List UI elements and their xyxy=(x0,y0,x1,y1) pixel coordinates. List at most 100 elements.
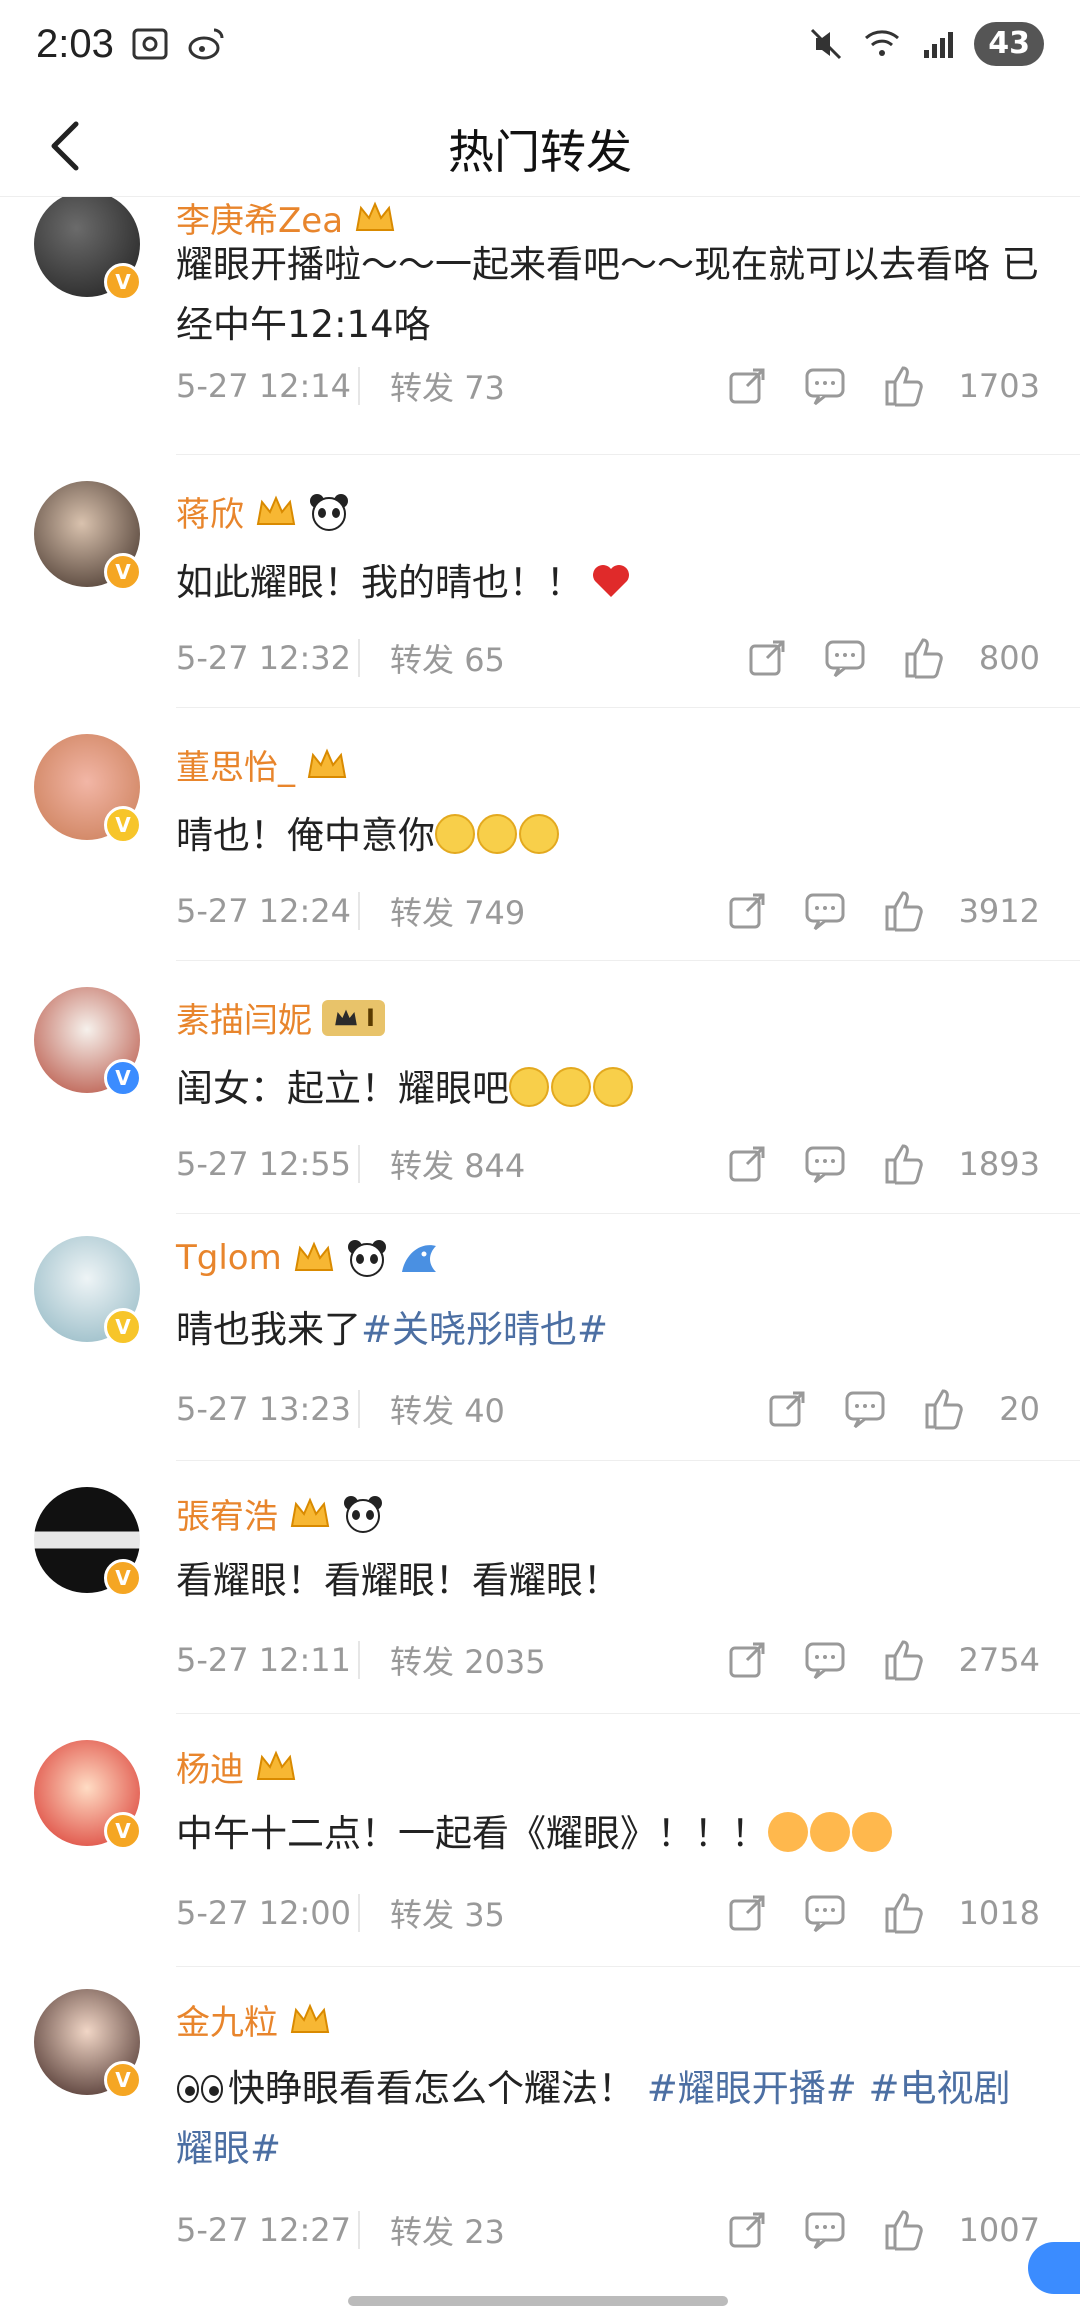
home-indicator[interactable] xyxy=(348,2296,728,2306)
share-icon[interactable] xyxy=(725,2208,769,2252)
repost-count: 844 xyxy=(464,1147,526,1185)
like-count: 1703 xyxy=(958,367,1040,405)
repost-count: 40 xyxy=(464,1392,505,1430)
user-name[interactable]: 金九粒 xyxy=(176,1995,278,2044)
like-icon[interactable] xyxy=(881,1142,925,1186)
post-date: 5-27 12:27 xyxy=(176,2211,360,2249)
verified-badge-icon: V xyxy=(104,553,142,591)
post-content: 中午十二点！一起看《耀眼》！！！ xyxy=(176,1804,1040,1864)
repost-count: 35 xyxy=(464,1896,505,1934)
mute-icon xyxy=(811,28,842,60)
like-count: 1893 xyxy=(958,1145,1040,1183)
comment-icon[interactable] xyxy=(803,1891,847,1935)
post-date: 5-27 13:23 xyxy=(176,1390,360,1428)
crown-icon xyxy=(294,1241,333,1271)
comment-icon[interactable] xyxy=(803,1638,847,1682)
post-content: 耀眼开播啦～～一起来看吧～～现在就可以去看咯 已经中午12:14咯 xyxy=(176,243,1039,346)
signal-icon xyxy=(924,32,954,58)
like-count: 800 xyxy=(978,639,1040,677)
crown-icon xyxy=(355,200,395,231)
crown-icon xyxy=(290,2002,330,2033)
post-content: 晴也！俺中意你 xyxy=(176,806,1040,866)
list-item: V 素描闫妮 I 闺女：起立！耀眼吧 5-27 12:55 转发 844 189… xyxy=(0,961,1080,1213)
user-name[interactable]: 張宥浩 xyxy=(176,1489,278,1538)
screenshot-icon xyxy=(132,28,168,60)
panda-icon xyxy=(347,1240,386,1277)
repost-count: 749 xyxy=(464,894,526,932)
member-level-badge: I xyxy=(322,999,385,1036)
dog-emoji-icon xyxy=(477,814,517,854)
eyes-emoji-icon xyxy=(177,2075,223,2103)
comment-icon[interactable] xyxy=(823,636,867,680)
hashtag-link[interactable]: #耀眼开播# xyxy=(647,2067,857,2110)
user-name[interactable]: 蒋欣 xyxy=(176,487,244,536)
repost-label: 转发 xyxy=(390,1896,455,1934)
user-name[interactable]: 董思怡_ xyxy=(176,740,295,789)
user-name[interactable]: 杨迪 xyxy=(176,1742,244,1791)
comment-icon[interactable] xyxy=(803,889,847,933)
like-icon[interactable] xyxy=(881,364,925,408)
like-icon[interactable] xyxy=(881,889,925,933)
status-bar: 2:03 43 xyxy=(0,0,1080,96)
verified-badge-icon: V xyxy=(104,1812,142,1850)
flower-emoji-icon xyxy=(551,1067,591,1107)
share-icon[interactable] xyxy=(725,1638,769,1682)
repost-label: 转发 xyxy=(390,1643,455,1681)
verified-badge-icon: V xyxy=(104,2061,142,2099)
share-icon[interactable] xyxy=(745,636,789,680)
like-icon[interactable] xyxy=(881,2208,925,2252)
comment-icon[interactable] xyxy=(843,1387,887,1431)
list-item: V 杨迪 中午十二点！一起看《耀眼》！！！ 5-27 12:00 转发 35 1… xyxy=(0,1714,1080,1966)
list-item: V 金九粒 快睁眼看看怎么个耀法！ #耀眼开播# #电视剧耀眼# 5-27 12… xyxy=(0,1967,1080,2277)
crown-icon xyxy=(335,1009,357,1025)
share-icon[interactable] xyxy=(725,889,769,933)
user-name[interactable]: Tglom xyxy=(176,1238,282,1278)
like-count: 20 xyxy=(999,1390,1040,1428)
repost-feed: V 李庚希Zea 耀眼开播啦～～一起来看吧～～现在就可以去看咯 已经中午12:1… xyxy=(0,197,1080,2277)
post-content: 晴也我来了#关晓彤晴也# xyxy=(176,1308,609,1351)
verified-badge-icon: V xyxy=(104,1308,142,1346)
post-content: 闺女：起立！耀眼吧 xyxy=(176,1059,1040,1119)
panda-icon xyxy=(310,493,348,531)
share-icon[interactable] xyxy=(725,364,769,408)
crown-icon xyxy=(256,1749,296,1780)
user-name[interactable]: 素描闫妮 xyxy=(176,993,312,1042)
crown-icon xyxy=(307,747,347,778)
repost-label: 转发 xyxy=(390,2213,455,2251)
nav-bar: 热门转发 xyxy=(0,96,1080,197)
battery-indicator: 43 xyxy=(974,22,1044,66)
flower-emoji-icon xyxy=(509,1067,549,1107)
like-count: 1018 xyxy=(958,1894,1040,1932)
status-time: 2:03 xyxy=(36,22,114,66)
share-icon[interactable] xyxy=(725,1142,769,1186)
like-icon[interactable] xyxy=(921,1387,965,1431)
list-item: V 張宥浩 看耀眼！看耀眼！看耀眼！ 5-27 12:11 转发 2035 27… xyxy=(0,1461,1080,1713)
post-content: 看耀眼！看耀眼！看耀眼！ xyxy=(176,1559,620,1602)
share-icon[interactable] xyxy=(725,1891,769,1935)
post-date: 5-27 12:14 xyxy=(176,367,360,405)
share-icon[interactable] xyxy=(765,1387,809,1431)
list-item: V 蒋欣 如此耀眼！我的晴也！！ 5-27 12:32 转发 65 800 xyxy=(0,455,1080,707)
like-icon[interactable] xyxy=(881,1891,925,1935)
crying-emoji-icon xyxy=(768,1812,808,1852)
page-title: 热门转发 xyxy=(448,125,632,179)
like-icon[interactable] xyxy=(901,636,945,680)
floating-action-button[interactable] xyxy=(1028,2242,1080,2294)
panda-icon xyxy=(344,1495,382,1533)
list-item: V 董思怡_ 晴也！俺中意你 5-27 12:24 转发 749 3912 xyxy=(0,708,1080,960)
crying-emoji-icon xyxy=(810,1812,850,1852)
repost-count: 73 xyxy=(464,369,505,407)
list-item: V Tglom 晴也我来了#关晓彤晴也# 5-27 13:23 转发 40 20 xyxy=(0,1214,1080,1460)
post-content: 快睁眼看看怎么个耀法！ #耀眼开播# #电视剧耀眼# xyxy=(176,2067,1011,2170)
comment-icon[interactable] xyxy=(803,364,847,408)
comment-icon[interactable] xyxy=(803,1142,847,1186)
verified-badge-icon: V xyxy=(104,263,142,301)
comment-icon[interactable] xyxy=(803,2208,847,2252)
repost-label: 转发 xyxy=(390,369,455,407)
list-item: V 李庚希Zea 耀眼开播啦～～一起来看吧～～现在就可以去看咯 已经中午12:1… xyxy=(0,197,1080,449)
repost-label: 转发 xyxy=(390,1392,455,1430)
repost-count: 2035 xyxy=(464,1643,546,1681)
like-icon[interactable] xyxy=(881,1638,925,1682)
post-date: 5-27 12:11 xyxy=(176,1641,360,1679)
hashtag-link[interactable]: #关晓彤晴也# xyxy=(361,1308,608,1351)
